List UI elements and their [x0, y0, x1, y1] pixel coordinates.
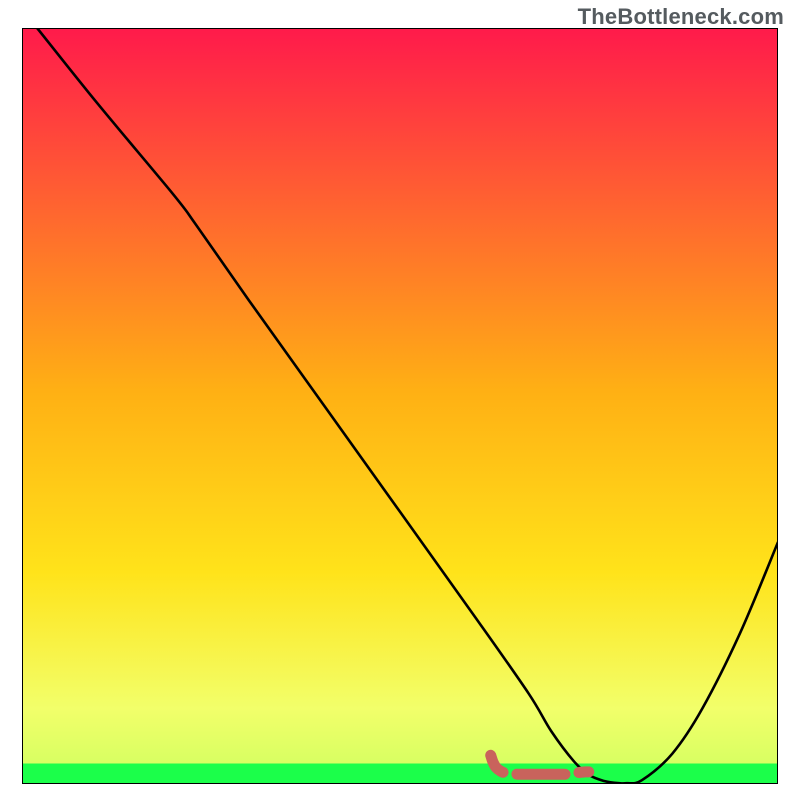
gradient-background: [22, 28, 778, 784]
plot-svg: [22, 28, 778, 784]
watermark-text: TheBottleneck.com: [578, 4, 784, 30]
chart-canvas: TheBottleneck.com: [0, 0, 800, 800]
